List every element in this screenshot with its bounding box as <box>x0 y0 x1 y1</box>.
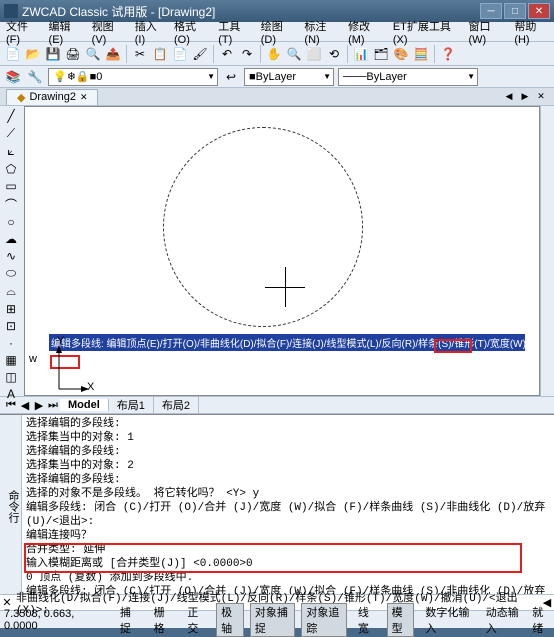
linetype-dropdown[interactable]: ─── ByLayer▼ <box>338 68 478 86</box>
tool-palette-icon[interactable]: 🎨 <box>392 45 410 63</box>
zoom-rt-icon[interactable]: 🔍 <box>285 45 303 63</box>
polyline-icon[interactable]: ⟀ <box>2 143 20 160</box>
menu-tools[interactable]: 工具(T) <box>218 18 251 46</box>
menu-view[interactable]: 视图(V) <box>92 18 125 46</box>
line-icon[interactable]: ╱ <box>2 108 20 124</box>
highlight-command-input <box>24 543 522 573</box>
design-center-icon[interactable]: 🗂 <box>372 45 390 63</box>
layout-nav-prev[interactable]: ◀ <box>18 399 32 412</box>
ellipse-icon[interactable]: ⬭ <box>2 265 20 282</box>
tab-layout1[interactable]: 布局1 <box>109 397 154 413</box>
region-icon[interactable]: ◫ <box>2 369 20 385</box>
tab-drawing2[interactable]: ◆ Drawing2 ✕ <box>6 89 98 105</box>
work-area: ╱ ⟋ ⟀ ⬠ ▭ ⌒ ○ ☁ ∿ ⬭ ⌓ ⊞ ⊡ · ▦ ◫ A 编辑多段线:… <box>0 106 554 396</box>
inline-input[interactable]: w <box>29 353 37 365</box>
status-ortho[interactable]: 正交 <box>182 603 210 637</box>
status-lwt[interactable]: 线宽 <box>353 603 381 637</box>
arc-icon[interactable]: ⌒ <box>2 195 20 213</box>
revcloud-icon[interactable]: ☁ <box>2 231 20 247</box>
coordinates: 7.3508, 0.663, 0.0000 <box>4 608 109 632</box>
layer-manager-icon[interactable]: 📚 <box>4 68 22 86</box>
drawn-circle <box>163 127 363 327</box>
cut-icon[interactable]: ✂ <box>131 45 149 63</box>
preview-icon[interactable]: 🔍 <box>84 45 102 63</box>
highlight-width-option <box>434 339 472 353</box>
status-snap[interactable]: 捕捉 <box>115 603 143 637</box>
rectangle-icon[interactable]: ▭ <box>2 178 20 194</box>
color-dropdown[interactable]: ■ ByLayer▼ <box>244 68 334 86</box>
print-icon[interactable]: 🖨 <box>64 45 82 63</box>
publish-icon[interactable]: 📤 <box>104 45 122 63</box>
status-digitize[interactable]: 数字化输入 <box>420 603 474 637</box>
menu-window[interactable]: 窗口(W) <box>468 18 504 46</box>
paste-icon[interactable]: 📄 <box>171 45 189 63</box>
make-block-icon[interactable]: ⊡ <box>2 318 20 334</box>
layer-prev-icon[interactable]: ↩ <box>222 68 240 86</box>
app-icon <box>4 4 18 18</box>
save-icon[interactable]: 💾 <box>44 45 62 63</box>
xline-icon[interactable]: ⟋ <box>2 125 20 142</box>
drawing-canvas[interactable]: 编辑多段线: 编辑顶点(E)/打开(O)/非曲线化(D)/拟合(F)/连接(J)… <box>24 106 540 396</box>
status-osnap[interactable]: 对象捕捉 <box>250 603 296 637</box>
status-ready: 就绪 <box>532 604 550 636</box>
layer-states-icon[interactable]: 🔧 <box>26 68 44 86</box>
menubar: 文件(F) 编辑(E) 视图(V) 插入(I) 格式(O) 工具(T) 绘图(D… <box>0 22 554 42</box>
properties-icon[interactable]: 📊 <box>352 45 370 63</box>
menu-modify[interactable]: 修改(M) <box>348 18 383 46</box>
menu-dimension[interactable]: 标注(N) <box>304 18 338 46</box>
toolbar-standard: 📄 📂 💾 🖨 🔍 📤 ✂ 📋 📄 🖌 ↶ ↷ ✋ 🔍 ⬜ ⟲ 📊 🗂 🎨 🧮 … <box>0 42 554 66</box>
document-tabs: ◆ Drawing2 ✕ ◀ ▶ ✕ <box>0 88 554 106</box>
tab-nav-left[interactable]: ◀ <box>502 90 516 104</box>
menu-draw[interactable]: 绘图(D) <box>261 18 295 46</box>
circle-icon[interactable]: ○ <box>2 214 20 230</box>
status-otrack[interactable]: 对象追踪 <box>301 603 347 637</box>
hatch-icon[interactable]: ▦ <box>2 352 20 368</box>
match-icon[interactable]: 🖌 <box>191 45 209 63</box>
tab-close-icon[interactable]: ✕ <box>80 92 88 103</box>
status-model[interactable]: 模型 <box>387 603 415 637</box>
menu-file[interactable]: 文件(F) <box>6 18 39 46</box>
zoom-prev-icon[interactable]: ⟲ <box>325 45 343 63</box>
undo-icon[interactable]: ↶ <box>218 45 236 63</box>
layout-tabs: ⏮ ◀ ▶ ⏭ Model 布局1 布局2 <box>0 396 554 414</box>
ellipse-arc-icon[interactable]: ⌓ <box>2 283 20 300</box>
insert-block-icon[interactable]: ⊞ <box>2 301 20 317</box>
tab-model[interactable]: Model <box>60 399 109 411</box>
status-bar: 7.3508, 0.663, 0.0000 捕捉 栅格 正交 极轴 对象捕捉 对… <box>0 610 554 628</box>
menu-edit[interactable]: 编辑(E) <box>49 18 82 46</box>
redo-icon[interactable]: ↷ <box>238 45 256 63</box>
layout-nav-last[interactable]: ⏭ <box>46 399 60 412</box>
point-icon[interactable]: · <box>2 335 20 351</box>
tab-layout2[interactable]: 布局2 <box>154 397 199 413</box>
menu-et-tools[interactable]: ET扩展工具(X) <box>393 18 459 46</box>
tab-nav-close[interactable]: ✕ <box>534 90 548 104</box>
menu-format[interactable]: 格式(O) <box>174 18 208 46</box>
calc-icon[interactable]: 🧮 <box>412 45 430 63</box>
draw-toolbar: ╱ ⟋ ⟀ ⬠ ▭ ⌒ ○ ☁ ∿ ⬭ ⌓ ⊞ ⊡ · ▦ ◫ A <box>0 106 24 396</box>
open-icon[interactable]: 📂 <box>24 45 42 63</box>
menu-help[interactable]: 帮助(H) <box>514 18 548 46</box>
layout-nav-first[interactable]: ⏮ <box>4 399 18 412</box>
copy-icon[interactable]: 📋 <box>151 45 169 63</box>
help-icon[interactable]: ❓ <box>439 45 457 63</box>
pan-icon[interactable]: ✋ <box>265 45 283 63</box>
tab-nav-right[interactable]: ▶ <box>518 90 532 104</box>
status-polar[interactable]: 极轴 <box>216 603 244 637</box>
layout-nav-next[interactable]: ▶ <box>32 399 46 412</box>
polygon-icon[interactable]: ⬠ <box>2 161 20 177</box>
new-icon[interactable]: 📄 <box>4 45 22 63</box>
status-dyn[interactable]: 动态输入 <box>481 603 527 637</box>
status-grid[interactable]: 栅格 <box>149 603 177 637</box>
menu-insert[interactable]: 插入(I) <box>135 18 164 46</box>
layer-dropdown[interactable]: 💡❄🔒■ 0▼ <box>48 68 218 86</box>
spline-icon[interactable]: ∿ <box>2 248 20 264</box>
layer-bar: 📚 🔧 💡❄🔒■ 0▼ ↩ ■ ByLayer▼ ─── ByLayer▼ <box>0 66 554 88</box>
command-side-label: 命令行 <box>0 415 22 594</box>
zoom-win-icon[interactable]: ⬜ <box>305 45 323 63</box>
scrollbar-vertical[interactable] <box>540 106 554 396</box>
